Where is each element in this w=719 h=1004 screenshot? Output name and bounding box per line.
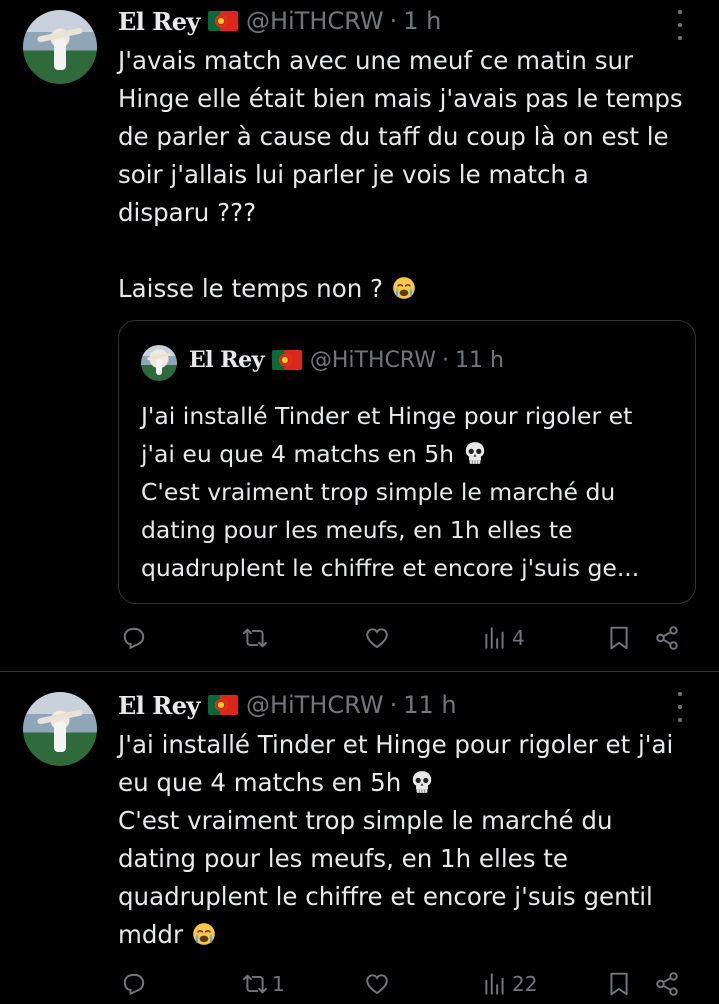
skull-icon — [409, 769, 435, 795]
text-line: quadruplent le chiffre et encore j'suis … — [118, 882, 653, 911]
text-line: j'ai eu que 4 matchs en 5h — [141, 435, 681, 473]
retweet-count: 1 — [272, 972, 285, 996]
quoted-tweet[interactable]: El Rey @HiTHCRW · 11 h J'ai installé Tin… — [118, 320, 696, 604]
like-button[interactable] — [364, 966, 394, 1002]
text-line-content: Laisse le temps non ? — [118, 274, 384, 303]
retweet-icon — [242, 971, 268, 997]
text-line: J'ai installé Tinder et Hinge pour rigol… — [141, 402, 633, 430]
author-name[interactable]: El Rey — [118, 7, 200, 36]
reply-icon — [121, 625, 147, 651]
text-line: Hinge elle était bien mais j'avais pas l… — [118, 84, 683, 113]
like-button[interactable] — [364, 620, 394, 656]
text-line: disparu ??? — [118, 198, 257, 227]
tweet-actions: 1 22 — [118, 966, 698, 1002]
share-button[interactable] — [654, 620, 680, 656]
tweet[interactable]: El Rey @HiTHCRW · 1 h J'avais match avec… — [0, 0, 719, 672]
text-line: mddr — [118, 916, 698, 954]
tweet-text: J'ai installé Tinder et Hinge pour rigol… — [118, 726, 698, 954]
text-line-content: eu que 4 matchs en 5h — [118, 768, 402, 797]
author-handle[interactable]: @HiTHCRW — [246, 7, 384, 35]
text-line: quadruplent le chiffre et encore j'suis … — [141, 554, 640, 582]
views-button[interactable]: 22 — [482, 966, 537, 1002]
more-options-icon[interactable] — [669, 692, 691, 722]
skull-icon — [462, 440, 488, 466]
avatar[interactable] — [23, 10, 97, 84]
crying-face-icon — [391, 275, 417, 301]
bookmark-button[interactable] — [606, 620, 632, 656]
quoted-author-name: El Rey — [189, 347, 264, 373]
author-handle[interactable]: @HiTHCRW — [246, 691, 384, 719]
timestamp[interactable]: 11 h — [403, 691, 456, 719]
text-line-content: j'ai eu que 4 matchs en 5h — [141, 440, 455, 468]
text-line: soir j'allais lui parler je vois le matc… — [118, 160, 589, 189]
retweet-button[interactable]: 1 — [242, 966, 285, 1002]
tweet-header: El Rey @HiTHCRW · 11 h — [118, 688, 457, 722]
share-button[interactable] — [654, 966, 680, 1002]
quoted-text: J'ai installé Tinder et Hinge pour rigol… — [141, 397, 681, 587]
more-options-icon[interactable] — [669, 10, 691, 40]
share-icon — [654, 625, 680, 651]
text-line: eu que 4 matchs en 5h — [118, 764, 698, 802]
reply-button[interactable] — [121, 966, 151, 1002]
text-line: C'est vraiment trop simple le marché du — [118, 806, 613, 835]
avatar[interactable] — [23, 692, 97, 766]
timestamp[interactable]: 1 h — [403, 7, 441, 35]
portugal-flag-icon — [271, 350, 302, 370]
reply-icon — [121, 971, 147, 997]
separator: · — [389, 691, 398, 719]
quoted-avatar — [141, 345, 177, 381]
heart-icon — [364, 971, 390, 997]
quoted-timestamp: 11 h — [455, 347, 504, 373]
portugal-flag-icon — [207, 11, 238, 31]
text-line: Laisse le temps non ? — [118, 270, 698, 308]
separator: · — [389, 7, 398, 35]
text-line: de parler à cause du taff du coup là on … — [118, 122, 669, 151]
text-line: J'avais match avec une meuf ce matin sur — [118, 46, 634, 75]
reply-button[interactable] — [121, 620, 151, 656]
author-name[interactable]: El Rey — [118, 691, 200, 720]
tweet-actions: 4 — [118, 620, 698, 656]
tweet[interactable]: El Rey @HiTHCRW · 11 h J'ai installé Tin… — [0, 672, 719, 1004]
views-count: 4 — [512, 626, 525, 650]
views-icon — [482, 971, 508, 997]
text-line — [118, 232, 698, 270]
share-icon — [654, 971, 680, 997]
text-line: dating pour les meufs, en 1h elles te — [141, 516, 573, 544]
quoted-author-handle: @HiTHCRW — [309, 347, 437, 373]
heart-icon — [364, 625, 390, 651]
views-icon — [482, 625, 508, 651]
text-line: J'ai installé Tinder et Hinge pour rigol… — [118, 730, 674, 759]
text-line: C'est vraiment trop simple le marché du — [141, 478, 616, 506]
retweet-button[interactable] — [242, 620, 272, 656]
crying-face-icon — [191, 921, 217, 947]
tweet-text: J'avais match avec une meuf ce matin sur… — [118, 42, 698, 308]
quoted-header: El Rey @HiTHCRW · 11 h — [189, 343, 504, 377]
separator: · — [442, 347, 450, 373]
portugal-flag-icon — [207, 695, 238, 715]
text-line: dating pour les meufs, en 1h elles te — [118, 844, 568, 873]
tweet-header: El Rey @HiTHCRW · 1 h — [118, 4, 441, 38]
views-count: 22 — [512, 972, 538, 996]
bookmark-icon — [606, 625, 632, 651]
views-button[interactable]: 4 — [482, 620, 525, 656]
bookmark-icon — [606, 971, 632, 997]
text-line-content: mddr — [118, 920, 184, 949]
retweet-icon — [242, 625, 268, 651]
bookmark-button[interactable] — [606, 966, 632, 1002]
